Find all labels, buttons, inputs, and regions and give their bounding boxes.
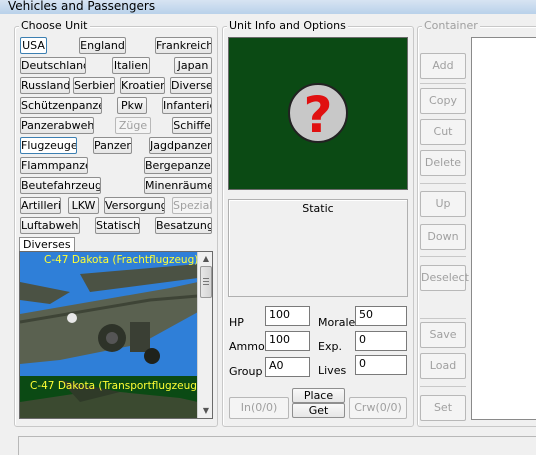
copy-button[interactable]: Copy [420, 88, 466, 114]
unit-category-button-versorgung[interactable]: Versorgung [104, 197, 165, 214]
unit-category-button-schiffe[interactable]: Schiffe [172, 117, 212, 134]
unit-category-button-flugzeuge[interactable]: Flugzeuge [20, 137, 77, 154]
unit-category-button-besatzung[interactable]: Besatzung [155, 217, 212, 234]
unit-info-legend: Unit Info and Options [227, 19, 348, 32]
exp-field[interactable]: 0 [355, 331, 407, 351]
unit-category-button-kroatien[interactable]: Kroatien [120, 77, 165, 94]
scroll-down-arrow-icon[interactable]: ▼ [198, 404, 212, 418]
container-legend: Container [422, 19, 480, 32]
in-button[interactable]: In(0/0) [229, 397, 289, 419]
container-list[interactable] [471, 37, 536, 420]
exp-label: Exp. [318, 340, 342, 353]
unit-category-button-deutschland[interactable]: Deutschland [20, 57, 86, 74]
question-mark-icon: ? [288, 83, 348, 144]
hp-field[interactable]: 100 [265, 306, 310, 326]
tab-diverses[interactable]: Diverses [19, 237, 75, 251]
unit-category-button-luftabwehr[interactable]: Luftabwehr [20, 217, 80, 234]
unit-category-button-artillerie[interactable]: Artillerie [20, 197, 61, 214]
up-button[interactable]: Up [420, 191, 466, 217]
unit-category-button-diverse[interactable]: Diverse [170, 77, 212, 94]
choose-unit-legend: Choose Unit [19, 19, 90, 32]
lives-field[interactable]: 0 [355, 355, 407, 375]
place-button[interactable]: Place [292, 388, 345, 403]
deselect-button[interactable]: Deselect [420, 265, 469, 291]
unit-category-button-beutefahrzeuge[interactable]: Beutefahrzeuge [20, 177, 101, 194]
list-item-c47-fracht[interactable]: C-47 Dakota (Frachtflugzeug) [44, 254, 198, 267]
scrollbar-thumb[interactable] [200, 266, 212, 298]
unit-category-button-sch-tzenpanzer[interactable]: Schützenpanzer [20, 97, 102, 114]
delete-button[interactable]: Delete [420, 150, 466, 176]
scroll-up-arrow-icon[interactable]: ▲ [198, 252, 212, 266]
ammo-label: Ammo [229, 340, 265, 353]
lives-label: Lives [318, 364, 347, 377]
unit-category-button-frankreich[interactable]: Frankreich [155, 37, 212, 54]
get-button[interactable]: Get [292, 403, 345, 418]
unit-list[interactable]: C-47 Dakota (Frachtflugzeug) C-47 Dakota… [19, 251, 213, 419]
group-label: Group [229, 365, 263, 378]
unit-list-thumbnails [20, 252, 198, 418]
unit-description-box: Static [228, 199, 408, 297]
window-title: Vehicles and Passengers [0, 0, 536, 14]
unit-category-button-lkw[interactable]: LKW [68, 197, 99, 214]
status-bar [18, 436, 536, 455]
unit-category-button-england[interactable]: England [79, 37, 126, 54]
list-item-c47-transport[interactable]: C-47 Dakota (Transportflugzeug) [30, 380, 201, 393]
unit-category-button-italien[interactable]: Italien [112, 57, 150, 74]
down-button[interactable]: Down [420, 224, 466, 250]
unit-category-button-minenr-umer[interactable]: Minenräumer [144, 177, 212, 194]
unit-description: Static [302, 202, 334, 215]
unit-category-button-flammpanzer[interactable]: Flammpanzer [20, 157, 88, 174]
load-button[interactable]: Load [420, 353, 466, 379]
unit-category-button-bergepanzer[interactable]: Bergepanzer [144, 157, 212, 174]
set-button[interactable]: Set [420, 395, 466, 421]
morale-field[interactable]: 50 [355, 306, 407, 326]
crw-button[interactable]: Crw(0/0) [349, 397, 407, 419]
svg-text:?: ? [303, 86, 332, 144]
unit-category-button-panzer[interactable]: Panzer [93, 137, 132, 154]
unit-category-button-usa[interactable]: USA [20, 37, 47, 54]
morale-label: Morale [318, 316, 356, 329]
save-button[interactable]: Save [420, 322, 466, 348]
group-field[interactable]: A0 [265, 357, 310, 377]
unit-category-button-spezial[interactable]: Spezial [172, 197, 212, 214]
hp-label: HP [229, 316, 244, 329]
unit-list-scrollbar[interactable]: ▲ ▼ [197, 252, 212, 418]
add-button[interactable]: Add [420, 53, 466, 79]
unit-category-button-infanterie[interactable]: Infanterie [162, 97, 212, 114]
unit-category-button-jagdpanzer[interactable]: Jagdpanzer [149, 137, 212, 154]
unit-category-button-pkw[interactable]: Pkw [117, 97, 147, 114]
unit-category-button-japan[interactable]: Japan [174, 57, 212, 74]
cut-button[interactable]: Cut [420, 119, 466, 145]
unit-category-button-z-ge[interactable]: Züge [115, 117, 151, 134]
unit-category-button-panzerabwehr[interactable]: Panzerabwehr [20, 117, 94, 134]
unit-category-button-statisch[interactable]: Statisch [95, 217, 140, 234]
unit-category-button-serbien[interactable]: Serbien [73, 77, 115, 94]
unit-preview: ? [228, 37, 408, 190]
ammo-field[interactable]: 100 [265, 331, 310, 351]
unit-category-button-russland[interactable]: Russland [20, 77, 70, 94]
